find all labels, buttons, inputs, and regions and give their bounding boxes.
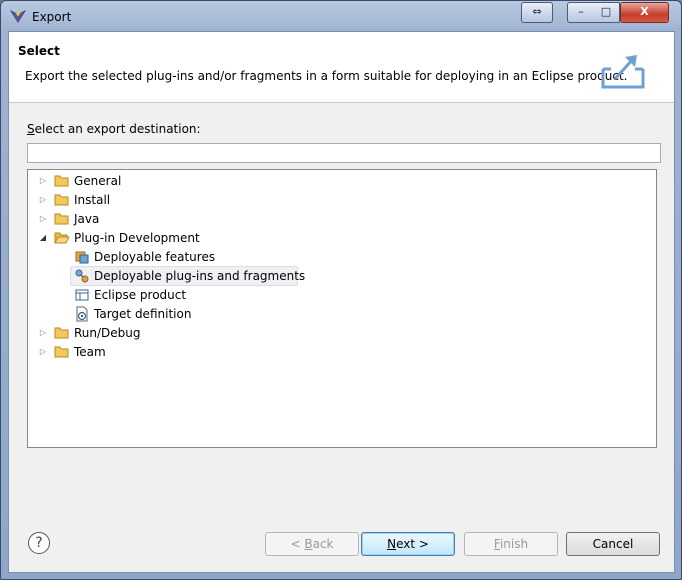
deployable-features-icon (75, 251, 89, 264)
tree-item-label: General (74, 174, 122, 188)
page-title: Select (18, 44, 60, 58)
finish-button[interactable]: Finish (464, 532, 558, 556)
tree-item-label: Install (74, 193, 111, 207)
folder-icon (54, 194, 69, 206)
tree-item-label: Target definition (94, 307, 192, 321)
help-icon[interactable]: ? (28, 532, 50, 554)
deployable-plugins-icon (75, 269, 89, 283)
export-destination-tree[interactable]: ▷ General ▷ Install ▷ Java ◢ Plug-in Dev… (27, 169, 657, 448)
eclipse-product-icon (75, 289, 89, 301)
eclipse-app-icon (10, 10, 26, 23)
minimize-button[interactable]: – (567, 2, 595, 23)
target-definition-icon (76, 306, 88, 322)
cancel-button[interactable]: Cancel (566, 532, 660, 556)
folder-icon (54, 213, 69, 225)
tree-item-label: Run/Debug (74, 326, 141, 340)
expand-arrow-icon[interactable]: ▷ (38, 328, 48, 338)
page-description: Export the selected plug-ins and/or frag… (25, 69, 628, 83)
maximize-button[interactable]: □ (593, 2, 620, 23)
window-title: Export (32, 10, 72, 24)
wizard-banner: Select Export the selected plug-ins and/… (9, 32, 674, 103)
destination-filter-input[interactable] (27, 143, 661, 163)
next-button[interactable]: Next > (361, 532, 455, 556)
back-button[interactable]: < Back (265, 532, 359, 556)
close-button[interactable]: X (620, 2, 669, 23)
tree-item-label: Deployable features (94, 250, 216, 264)
tree-item-label: Plug-in Development (74, 231, 200, 245)
expand-arrow-icon[interactable]: ▷ (38, 347, 48, 357)
expand-arrow-icon[interactable]: ▷ (38, 176, 48, 186)
restore-button[interactable]: ⇔ (521, 2, 553, 23)
export-wizard-icon (601, 55, 645, 89)
expand-arrow-icon[interactable]: ▷ (38, 214, 48, 224)
collapse-arrow-icon[interactable]: ◢ (38, 233, 48, 243)
folder-open-icon (54, 232, 70, 244)
tree-item-label: Team (74, 345, 106, 359)
tree-item-label: Eclipse product (94, 288, 187, 302)
folder-icon (54, 327, 69, 339)
expand-arrow-icon[interactable]: ▷ (38, 195, 48, 205)
tree-item-label: Java (74, 212, 100, 226)
folder-icon (54, 175, 69, 187)
destination-label: Select an export destination: (27, 122, 201, 136)
dialog-content: Select Export the selected plug-ins and/… (8, 31, 675, 573)
tree-item-label: Deployable plug-ins and fragments (94, 269, 306, 283)
title-bar[interactable]: Export ⇔ – □ X (1, 1, 681, 31)
folder-icon (54, 346, 69, 358)
export-dialog-window: Export ⇔ – □ X Select Export the selecte… (0, 0, 682, 580)
